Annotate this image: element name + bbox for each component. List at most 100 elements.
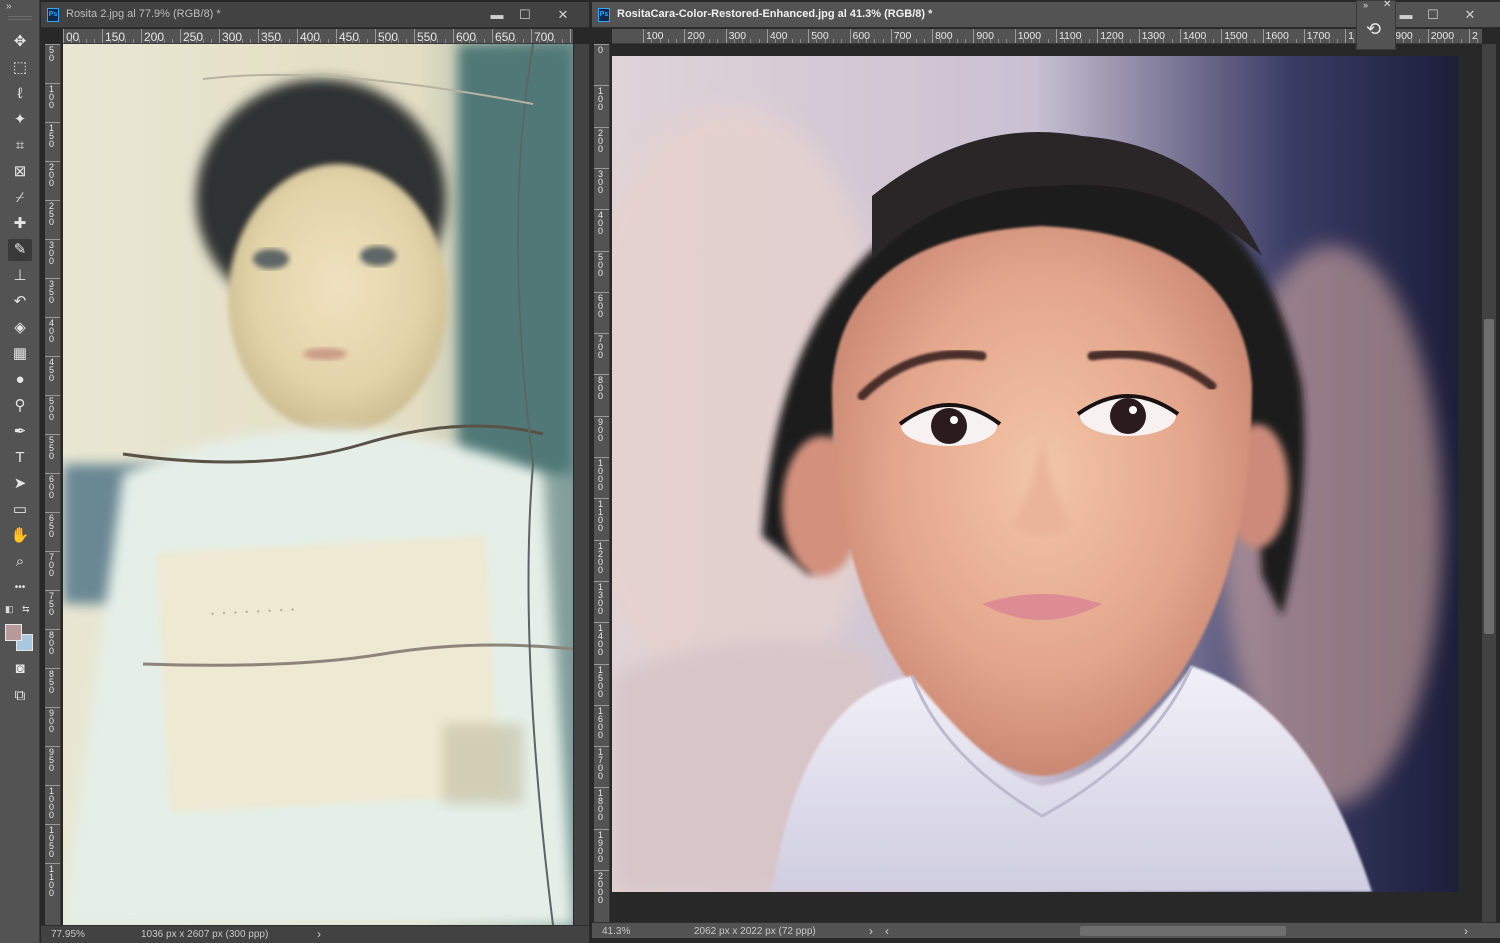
toolbar-grip[interactable] (8, 16, 32, 20)
scroll-left-icon[interactable]: ‹ (885, 924, 889, 938)
document-dimensions: 2062 px x 2022 px (72 ppp) (694, 926, 816, 937)
ruler-minor-tick (172, 39, 174, 43)
ruler-minor-tick (915, 39, 917, 43)
ruler-minor-tick (824, 39, 826, 43)
ruler-tick: 1400 (594, 622, 609, 663)
close-panel-icon[interactable]: ✕ (1383, 0, 1391, 10)
frame-tool-icon[interactable]: ⊠ (8, 161, 32, 183)
ruler-tick: 600 (594, 291, 609, 333)
horizontal-ruler[interactable]: 100 200 300 400 500 600 700 800 900 1000 1100 1200 1… (612, 29, 1482, 44)
document-tab-left[interactable]: Ps Rosita 2.jpg al 77.9% (RGB/8) * ▬ ☐ ✕ (41, 2, 589, 28)
eraser-tool-icon[interactable]: ◈ (8, 317, 32, 339)
ruler-minor-tick (109, 39, 111, 43)
zoom-level[interactable]: 77.95% (51, 929, 85, 940)
default-colors-icon[interactable]: ◧ (5, 604, 14, 615)
type-tool-icon[interactable]: T (8, 447, 32, 469)
ruler-tick: 100 (45, 83, 60, 122)
hand-tool-icon[interactable]: ✋ (8, 525, 32, 547)
healing-brush-tool-icon[interactable]: ✚ (8, 213, 32, 235)
ruler-minor-tick (667, 39, 669, 43)
zoom-level[interactable]: 41.3% (602, 926, 630, 937)
ruler-tick: 1900 (594, 828, 609, 870)
ruler-minor-tick (1254, 39, 1256, 43)
foreground-color-swatch[interactable] (5, 624, 22, 641)
ruler-minor-tick (234, 39, 236, 43)
ruler-tick: 950 (45, 746, 60, 785)
minimize-button[interactable]: ▬ (1392, 5, 1420, 25)
canvas-restored-photo[interactable] (612, 44, 1482, 922)
ruler-minor-tick (1287, 39, 1289, 43)
close-button[interactable]: ✕ (549, 5, 577, 25)
history-panel-icon[interactable]: ⟲ (1366, 19, 1388, 43)
ruler-minor-tick (148, 39, 150, 43)
vertical-scrollbar[interactable] (574, 44, 589, 925)
ruler-tick: 1600 (594, 704, 609, 746)
scroll-right-icon[interactable]: › (1464, 924, 1468, 938)
ruler-tick: 1700 (1303, 29, 1330, 43)
collapse-toolbar-icon[interactable]: » (6, 2, 26, 12)
crop-tool-icon[interactable]: ⌗ (8, 135, 32, 157)
status-bar: 77.95% 1036 px x 2607 px (300 ppp) › (41, 925, 589, 943)
ruler-minor-tick (1353, 39, 1355, 43)
ruler-minor-tick (1237, 39, 1239, 43)
maximize-button[interactable]: ☐ (1419, 5, 1447, 25)
canvas-original-photo[interactable]: · · · · · · · · (63, 44, 573, 925)
ruler-minor-tick (1122, 39, 1124, 43)
ruler-minor-tick (1229, 39, 1231, 43)
ruler-tick: 700 (594, 333, 609, 374)
ruler-minor-tick (1477, 39, 1479, 43)
minimize-button[interactable]: ▬ (483, 5, 511, 25)
vertical-ruler[interactable]: 0 100 200 300 400 500 600 700 800 900 1000 1100 1200… (594, 44, 610, 922)
vertical-scrollbar[interactable] (1482, 44, 1496, 922)
ruler-minor-tick (437, 39, 439, 43)
pen-tool-icon[interactable]: ✒ (8, 421, 32, 443)
rectangle-tool-icon[interactable]: ▭ (8, 499, 32, 521)
horizontal-scroll-thumb[interactable] (1080, 926, 1286, 936)
photoshop-file-icon: Ps (598, 8, 610, 22)
tools-panel: » ✥ ⬚ ℓ ✦ ⌗ ⊠ ⌿ ✚ ✎ ⊥ ↶ ◈ ▦ ● ⚲ ✒ T ➤ ▭ ✋ ⌕ ••• ◧ ⇆ ◙ ⧉ (0, 0, 40, 943)
move-tool-icon[interactable]: ✥ (8, 31, 32, 53)
ruler-minor-tick (351, 39, 353, 43)
ruler-minor-tick (289, 39, 291, 43)
ruler-tick: 300 (45, 239, 60, 278)
screen-mode-icon[interactable]: ⧉ (8, 685, 32, 707)
ruler-minor-tick (273, 39, 275, 43)
ruler-tick: 450 (45, 356, 60, 395)
dodge-tool-icon[interactable]: ⚲ (8, 395, 32, 417)
clone-stamp-tool-icon[interactable]: ⊥ (8, 265, 32, 287)
status-menu-arrow-icon[interactable]: › (869, 924, 873, 938)
zoom-tool-icon[interactable]: ⌕ (8, 551, 32, 573)
close-button[interactable]: ✕ (1456, 5, 1484, 25)
ruler-minor-tick (1212, 39, 1214, 43)
vertical-scroll-thumb[interactable] (1484, 319, 1494, 634)
ruler-minor-tick (923, 39, 925, 43)
more-tools-icon[interactable]: ••• (8, 577, 32, 599)
ruler-minor-tick (367, 39, 369, 43)
ruler-minor-tick (659, 39, 661, 43)
ruler-minor-tick (692, 39, 694, 43)
lasso-tool-icon[interactable]: ℓ (8, 83, 32, 105)
ruler-tick: 2 (1469, 29, 1478, 43)
ruler-tick: 300 (594, 167, 609, 209)
expand-panel-icon[interactable]: » (1363, 0, 1368, 10)
horizontal-ruler[interactable]: 00 150 200 250 300 350 400 450 500 550 600 650 700 75 (63, 29, 573, 44)
status-menu-arrow-icon[interactable]: › (317, 927, 321, 941)
document-title: RositaCara-Color-Restored-Enhanced.jpg a… (617, 8, 933, 20)
path-selection-tool-icon[interactable]: ➤ (8, 473, 32, 495)
maximize-button[interactable]: ☐ (511, 5, 539, 25)
ruler-minor-tick (133, 39, 135, 43)
brush-tool-icon[interactable]: ✎ (8, 239, 32, 261)
blur-tool-icon[interactable]: ● (8, 369, 32, 391)
swap-colors-icon[interactable]: ⇆ (22, 604, 30, 615)
ruler-tick: 600 (453, 29, 476, 43)
marquee-tool-icon[interactable]: ⬚ (8, 57, 32, 79)
quick-mask-icon[interactable]: ◙ (8, 658, 32, 680)
magic-wand-tool-icon[interactable]: ✦ (8, 109, 32, 131)
ruler-minor-tick (956, 39, 958, 43)
eyedropper-tool-icon[interactable]: ⌿ (8, 187, 32, 209)
ruler-tick: 800 (45, 629, 60, 668)
gradient-tool-icon[interactable]: ▦ (8, 343, 32, 365)
ruler-minor-tick (421, 39, 423, 43)
vertical-ruler[interactable]: 50 100 150 200 250 300 350 400 450 500 550 600 650 70… (45, 44, 61, 925)
history-brush-tool-icon[interactable]: ↶ (8, 291, 32, 313)
